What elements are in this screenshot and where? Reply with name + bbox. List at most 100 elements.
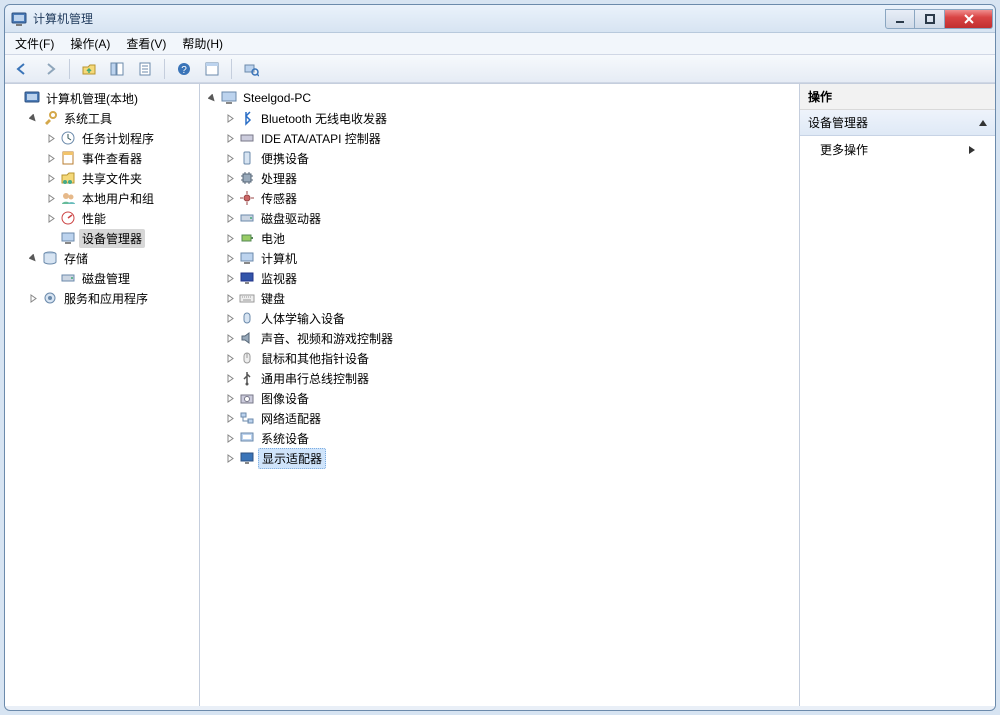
device-node-portable[interactable]: 便携设备 bbox=[224, 148, 799, 168]
expander-closed-icon[interactable] bbox=[45, 132, 57, 144]
titlebar[interactable]: 计算机管理 bbox=[5, 5, 995, 33]
expander-closed-icon[interactable] bbox=[224, 412, 236, 424]
menu-help[interactable]: 帮助(H) bbox=[182, 35, 223, 52]
device-node-imaging[interactable]: 图像设备 bbox=[224, 388, 799, 408]
tree-node-root[interactable]: 计算机管理(本地) bbox=[9, 88, 199, 108]
tree-node-storage[interactable]: 存储 bbox=[27, 248, 199, 268]
device-node-usb[interactable]: 通用串行总线控制器 bbox=[224, 368, 799, 388]
expander-closed-icon[interactable] bbox=[45, 212, 57, 224]
tree-node-shared-folders[interactable]: 共享文件夹 bbox=[45, 168, 199, 188]
menu-file[interactable]: 文件(F) bbox=[15, 35, 54, 52]
maximize-button[interactable] bbox=[915, 9, 945, 29]
show-hide-tree-button[interactable] bbox=[106, 58, 128, 80]
expander-closed-icon[interactable] bbox=[45, 192, 57, 204]
tree-node-task-scheduler[interactable]: 任务计划程序 bbox=[45, 128, 199, 148]
device-node-hid[interactable]: 人体学输入设备 bbox=[224, 308, 799, 328]
expander-closed-icon[interactable] bbox=[224, 252, 236, 264]
expander-closed-icon[interactable] bbox=[224, 192, 236, 204]
scan-hardware-button[interactable] bbox=[240, 58, 262, 80]
tree-node-local-users[interactable]: 本地用户和组 bbox=[45, 188, 199, 208]
expander-closed-icon[interactable] bbox=[224, 292, 236, 304]
device-node-computer[interactable]: Steelgod-PC bbox=[206, 88, 799, 108]
tree-node-system-tools[interactable]: 系统工具 bbox=[27, 108, 199, 128]
device-node-battery[interactable]: 电池 bbox=[224, 228, 799, 248]
expander-closed-icon[interactable] bbox=[224, 212, 236, 224]
device-node-display[interactable]: 显示适配器 bbox=[224, 448, 799, 468]
forward-button[interactable] bbox=[39, 58, 61, 80]
titlebar-left: 计算机管理 bbox=[11, 10, 93, 27]
device-label: 磁盘驱动器 bbox=[258, 209, 324, 228]
expander-closed-icon[interactable] bbox=[224, 132, 236, 144]
device-node-ide[interactable]: IDE ATA/ATAPI 控制器 bbox=[224, 128, 799, 148]
minimize-button[interactable] bbox=[885, 9, 915, 29]
actions-more[interactable]: 更多操作 bbox=[800, 136, 995, 163]
device-node-processor[interactable]: 处理器 bbox=[224, 168, 799, 188]
expander-closed-icon[interactable] bbox=[224, 312, 236, 324]
actions-section-label: 设备管理器 bbox=[808, 114, 868, 131]
expander-closed-icon[interactable] bbox=[45, 172, 57, 184]
device-node-network[interactable]: 网络适配器 bbox=[224, 408, 799, 428]
expander-closed-icon[interactable] bbox=[224, 272, 236, 284]
menubar: 文件(F) 操作(A) 查看(V) 帮助(H) bbox=[5, 33, 995, 55]
device-node-system_devices[interactable]: 系统设备 bbox=[224, 428, 799, 448]
tree-node-services-apps[interactable]: 服务和应用程序 bbox=[27, 288, 199, 308]
expander-closed-icon[interactable] bbox=[224, 432, 236, 444]
expander-closed-icon[interactable] bbox=[224, 332, 236, 344]
device-label: 系统设备 bbox=[258, 429, 312, 448]
computer-icon bbox=[221, 90, 237, 106]
expander-open-icon[interactable] bbox=[27, 112, 39, 124]
expander-closed-icon[interactable] bbox=[224, 452, 236, 464]
device-label: IDE ATA/ATAPI 控制器 bbox=[258, 129, 384, 148]
device-tree-pane[interactable]: Steelgod-PC Bluetooth 无线电收发器IDE ATA/ATAP… bbox=[200, 84, 800, 706]
tree-node-disk-management[interactable]: 磁盘管理 bbox=[45, 268, 199, 288]
back-button[interactable] bbox=[11, 58, 33, 80]
expander-closed-icon[interactable] bbox=[224, 112, 236, 124]
tools-icon bbox=[42, 110, 58, 126]
expander-blank bbox=[45, 232, 57, 244]
expander-closed-icon[interactable] bbox=[224, 352, 236, 364]
close-button[interactable] bbox=[945, 9, 993, 29]
tree-node-performance[interactable]: 性能 bbox=[45, 208, 199, 228]
content-area: 计算机管理(本地) 系统工具 bbox=[5, 83, 995, 706]
properties-button[interactable] bbox=[134, 58, 156, 80]
device-node-bluetooth[interactable]: Bluetooth 无线电收发器 bbox=[224, 108, 799, 128]
event-viewer-icon bbox=[60, 150, 76, 166]
console-tree-pane[interactable]: 计算机管理(本地) 系统工具 bbox=[5, 84, 200, 706]
device-node-sound_video_game[interactable]: 声音、视频和游戏控制器 bbox=[224, 328, 799, 348]
storage-icon bbox=[42, 250, 58, 266]
expander-closed-icon[interactable] bbox=[27, 292, 39, 304]
compmgmt-icon bbox=[11, 11, 27, 27]
menu-view[interactable]: 查看(V) bbox=[126, 35, 166, 52]
device-label: 监视器 bbox=[258, 269, 300, 288]
tree-node-event-viewer[interactable]: 事件查看器 bbox=[45, 148, 199, 168]
expander-closed-icon[interactable] bbox=[224, 392, 236, 404]
collapse-icon bbox=[979, 120, 987, 126]
sound-icon bbox=[239, 330, 255, 346]
expander-open-icon[interactable] bbox=[206, 92, 218, 104]
expander-closed-icon[interactable] bbox=[224, 232, 236, 244]
tree-node-device-manager[interactable]: 设备管理器 bbox=[45, 228, 199, 248]
actions-section[interactable]: 设备管理器 bbox=[800, 110, 995, 136]
device-node-monitor[interactable]: 监视器 bbox=[224, 268, 799, 288]
camera-icon bbox=[239, 390, 255, 406]
clock-icon bbox=[60, 130, 76, 146]
device-node-keyboard[interactable]: 键盘 bbox=[224, 288, 799, 308]
expander-closed-icon[interactable] bbox=[224, 172, 236, 184]
device-node-computer_cat[interactable]: 计算机 bbox=[224, 248, 799, 268]
toolbar-separator bbox=[231, 59, 232, 79]
expander-closed-icon[interactable] bbox=[224, 372, 236, 384]
expander-closed-icon[interactable] bbox=[45, 152, 57, 164]
device-node-mouse[interactable]: 鼠标和其他指针设备 bbox=[224, 348, 799, 368]
users-icon bbox=[60, 190, 76, 206]
expander-icon[interactable] bbox=[9, 92, 21, 104]
console-tree-options-button[interactable] bbox=[201, 58, 223, 80]
hid-icon bbox=[239, 310, 255, 326]
menu-action[interactable]: 操作(A) bbox=[70, 35, 110, 52]
up-level-button[interactable] bbox=[78, 58, 100, 80]
expander-closed-icon[interactable] bbox=[224, 152, 236, 164]
device-node-sensor[interactable]: 传感器 bbox=[224, 188, 799, 208]
device-node-disk_drives[interactable]: 磁盘驱动器 bbox=[224, 208, 799, 228]
device-label: 电池 bbox=[258, 229, 288, 248]
expander-open-icon[interactable] bbox=[27, 252, 39, 264]
help-button[interactable]: ? bbox=[173, 58, 195, 80]
